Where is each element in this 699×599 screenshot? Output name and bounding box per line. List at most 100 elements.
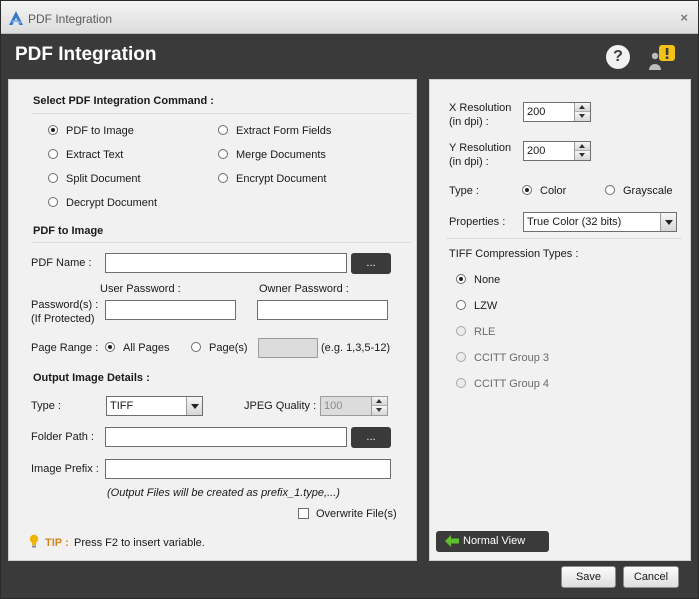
grayscale-label: Grayscale [623,185,673,197]
tip-label: TIP : [45,537,69,549]
dialog-header: PDF Integration ? [1,35,698,77]
folder-path-input[interactable] [105,427,347,447]
divider [31,113,411,114]
option-label: Split Document [66,173,141,185]
overwrite-checkbox[interactable] [298,508,309,519]
properties-label: Properties : [449,216,506,228]
radio-tiff-rle [456,326,466,336]
lightbulb-icon [29,534,39,548]
radio-tiff-none[interactable] [456,274,466,284]
selected-value: TIFF [110,400,134,412]
page-range-label: Page Range : [31,342,99,354]
page-range-input[interactable] [258,338,318,358]
y-resolution-unit: (in dpi) : [449,156,489,168]
arrow-left-icon [445,535,459,547]
stepper-value: 100 [324,400,343,412]
command-panel: Select PDF Integration Command : PDF to … [8,79,417,561]
option-label: None [474,274,501,286]
properties-select[interactable]: True Color (32 bits) [523,212,677,232]
y-resolution-stepper[interactable]: 200 [523,141,591,161]
option-label: Extract Text [66,149,124,161]
output-filename-note: (Output Files will be created as prefix_… [107,487,340,499]
divider [31,242,411,243]
x-resolution-stepper[interactable]: 200 [523,102,591,122]
option-label: RLE [474,326,496,338]
radio-all-pages[interactable] [105,342,115,352]
title-bar: PDF Integration × [1,1,698,34]
password-sublabel: (If Protected) [31,313,95,325]
radio-split-document[interactable] [48,173,58,183]
y-resolution-label: Y Resolution [449,142,512,154]
normal-view-button[interactable]: Normal View [436,531,549,552]
chevron-down-icon[interactable] [186,397,202,415]
option-label: PDF to Image [66,125,134,137]
radio-merge-documents[interactable] [218,149,228,159]
chevron-down-icon[interactable] [660,213,676,231]
pdf-name-label: PDF Name : [31,257,92,269]
radio-tiff-lzw[interactable] [456,300,466,310]
image-prefix-label: Image Prefix : [31,463,99,475]
stepper-down-icon[interactable] [574,151,590,160]
stepper-value: 200 [527,106,546,118]
owner-password-label: Owner Password : [259,283,349,295]
all-pages-label: All Pages [123,342,170,354]
jpeg-quality-stepper[interactable]: 100 [320,396,388,416]
settings-panel: X Resolution (in dpi) : 200 Y Resolution… [429,79,691,561]
stepper-up-icon[interactable] [574,142,590,151]
option-label: LZW [474,300,498,312]
option-label: CCITT Group 3 [474,352,549,364]
app-logo-icon [9,11,23,25]
close-icon[interactable]: × [680,10,688,25]
radio-color[interactable] [522,185,532,195]
radio-extract-text[interactable] [48,149,58,159]
image-type-select[interactable]: TIFF [106,396,203,416]
option-label: Extract Form Fields [236,125,332,137]
window-title: PDF Integration [28,12,113,26]
page-range-hint: (e.g. 1,3,5-12) [321,342,391,354]
pdf-browse-button[interactable]: ... [351,253,391,274]
stepper-down-icon[interactable] [574,112,590,121]
user-password-input[interactable] [105,300,236,320]
option-label: Encrypt Document [236,173,327,185]
option-label: CCITT Group 4 [474,378,549,390]
stepper-up-icon[interactable] [574,103,590,112]
cancel-button[interactable]: Cancel [623,566,679,588]
pages-label: Page(s) [209,342,248,354]
folder-browse-button[interactable]: ... [351,427,391,448]
stepper-value: 200 [527,145,546,157]
radio-grayscale[interactable] [605,185,615,195]
owner-password-input[interactable] [257,300,388,320]
stepper-up-icon[interactable] [371,397,387,406]
pdf-to-image-heading: PDF to Image [33,225,104,237]
radio-tiff-ccitt-4 [456,378,466,388]
tip-text: Press F2 to insert variable. [74,537,205,549]
user-alert-icon[interactable] [647,43,681,71]
option-label: Merge Documents [236,149,326,161]
help-icon[interactable]: ? [606,45,630,69]
radio-pages[interactable] [191,342,201,352]
pdf-name-input[interactable] [105,253,347,273]
radio-decrypt-document[interactable] [48,197,58,207]
color-label: Color [540,185,567,197]
save-button[interactable]: Save [561,566,616,588]
radio-encrypt-document[interactable] [218,173,228,183]
stepper-down-icon[interactable] [371,406,387,415]
option-label: Decrypt Document [66,197,158,209]
jpeg-quality-label: JPEG Quality : [244,400,317,412]
image-prefix-input[interactable] [105,459,391,479]
pdf-integration-dialog: PDF Integration × PDF Integration ? Sele… [0,0,699,599]
user-password-label: User Password : [100,283,181,295]
radio-tiff-ccitt-3 [456,352,466,362]
page-title: PDF Integration [15,44,157,65]
x-resolution-label: X Resolution [449,102,512,114]
divider [446,238,682,239]
password-label: Password(s) : [31,299,99,311]
folder-path-label: Folder Path : [31,431,94,443]
type-label: Type : [31,400,61,412]
radio-pdf-to-image[interactable] [48,125,58,135]
x-resolution-unit: (in dpi) : [449,116,489,128]
tiff-compression-heading: TIFF Compression Types : [449,248,579,260]
command-section-heading: Select PDF Integration Command : [33,95,214,107]
radio-extract-form-fields[interactable] [218,125,228,135]
normal-view-label: Normal View [463,535,526,547]
